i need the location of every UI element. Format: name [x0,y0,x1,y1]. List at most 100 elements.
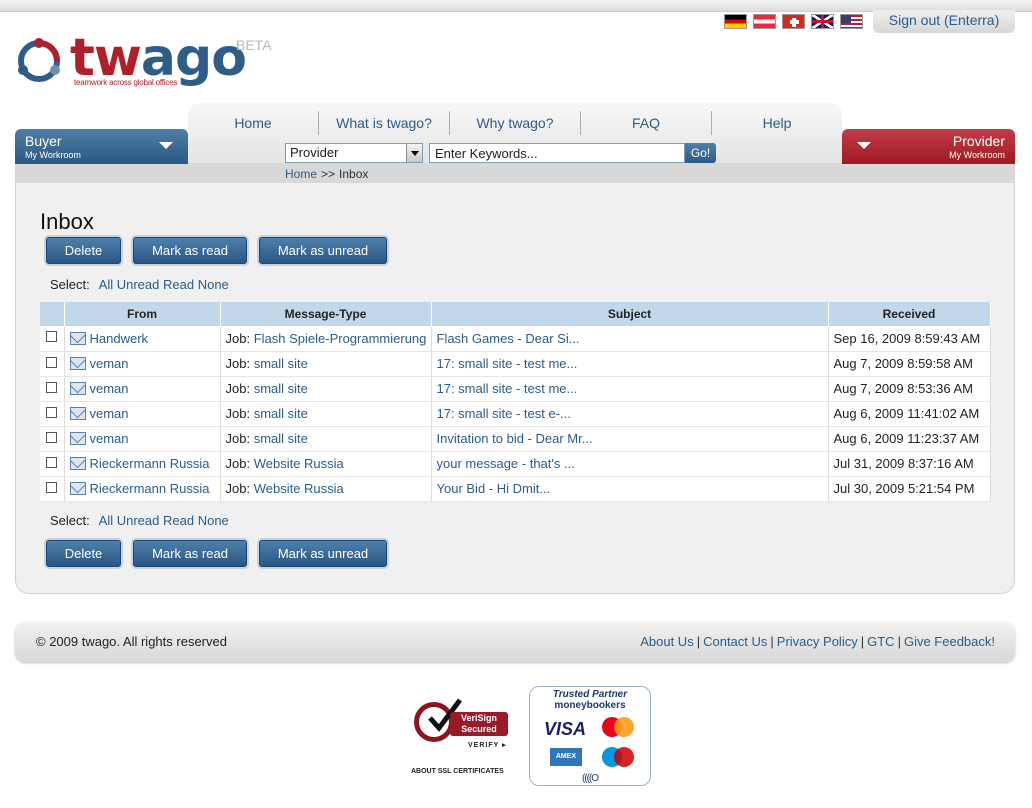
link-separator: | [696,634,701,649]
twago-logo[interactable]: twago BETA teamwork across global office… [14,28,274,92]
maestro-logo-icon [602,747,634,767]
subject-link[interactable]: Your Bid - Hi Dmit... [437,481,551,496]
sender-link[interactable]: veman [90,431,129,446]
provider-workroom-button[interactable]: Provider My Workroom [842,129,1015,164]
footer-link-privacy-policy[interactable]: Privacy Policy [777,634,858,649]
envelope-icon [69,331,86,345]
search-category-select[interactable]: Provider [285,143,423,163]
column-header-received[interactable]: Received [828,302,991,326]
row-checkbox[interactable] [46,456,58,468]
row-checkbox[interactable] [46,356,58,368]
job-link[interactable]: small site [254,431,308,446]
select-label: Select: [50,513,90,528]
sender-link[interactable]: Rieckermann Russia [90,481,210,496]
row-checkbox-cell [40,426,65,452]
mark-read-button-top[interactable]: Mark as read [133,237,247,264]
select-all-link[interactable]: All [99,277,113,292]
select-read-link[interactable]: Read [163,277,194,292]
received-cell: Jul 30, 2009 5:21:54 PM [828,476,991,502]
sender-link[interactable]: veman [90,356,129,371]
row-checkbox-cell [40,451,65,477]
row-checkbox[interactable] [46,331,58,342]
subject-cell: Invitation to bid - Dear Mr... [431,426,829,452]
at-flag-icon[interactable] [753,14,776,29]
ch-flag-icon[interactable] [782,14,805,29]
sender-link[interactable]: veman [90,381,129,396]
delete-button-bottom[interactable]: Delete [46,540,121,567]
moneybookers-trusted-badge[interactable]: Trusted Partner moneybookers VISA AMEX (… [529,686,651,786]
verisign-seal[interactable]: VeriSign Secured VERIFY ▸ ABOUT SSL CERT… [410,692,520,782]
select-read-link[interactable]: Read [163,513,194,528]
subject-link[interactable]: 17: small site - test me... [437,381,578,396]
language-flags [724,14,863,29]
nav-item-faq[interactable]: FAQ [580,111,711,135]
job-link[interactable]: Website Russia [254,456,344,471]
subject-link[interactable]: 17: small site - test me... [437,356,578,371]
row-checkbox[interactable] [46,381,58,393]
mark-read-button-bottom[interactable]: Mark as read [133,540,247,567]
sender-link[interactable]: Rieckermann Russia [90,456,210,471]
breadcrumb-home[interactable]: Home [285,167,317,181]
dropdown-arrow-icon[interactable] [406,144,422,162]
delete-button-top[interactable]: Delete [46,237,121,264]
verisign-verify: VERIFY ▸ [468,742,507,749]
select-unread-link[interactable]: Unread [117,513,160,528]
job-link[interactable]: small site [254,356,308,371]
row-checkbox[interactable] [46,481,58,493]
job-link[interactable]: small site [254,406,308,421]
job-link[interactable]: Flash Spiele-Programmierung [254,331,427,346]
job-link[interactable]: small site [254,381,308,396]
search-input[interactable] [429,143,685,163]
column-header-subject[interactable]: Subject [431,302,829,326]
search-category-value: Provider [290,145,339,160]
select-all-link[interactable]: All [99,513,113,528]
ssl-about-link[interactable]: ABOUT SSL CERTIFICATES [411,768,504,775]
footer-link-give-feedback[interactable]: Give Feedback! [904,634,995,649]
nav-item-why-twago[interactable]: Why twago? [449,111,580,135]
from-cell: Rieckermann Russia [64,451,221,477]
us-flag-icon[interactable] [840,14,863,29]
select-none-link[interactable]: None [198,513,229,528]
uk-flag-icon[interactable] [811,14,834,29]
row-checkbox[interactable] [46,431,58,443]
column-header-message-type[interactable]: Message-Type [220,302,432,326]
nav-item-what-is-twago[interactable]: What is twago? [318,111,449,135]
footer-link-contact-us[interactable]: Contact Us [703,634,767,649]
sender-link[interactable]: veman [90,406,129,421]
select-row-top: Select: All Unread Read None [50,277,229,292]
logo-tagline: teamwork across global offices [74,78,178,87]
nav-item-home[interactable]: Home [188,111,318,135]
from-cell: veman [64,376,221,402]
subject-cell: Your Bid - Hi Dmit... [431,476,829,502]
sign-out-button[interactable]: Sign out (Enterra) [873,10,1015,33]
row-checkbox[interactable] [46,406,58,418]
received-cell: Aug 7, 2009 8:53:36 AM [828,376,991,402]
from-cell: veman [64,426,221,452]
sign-out-link[interactable]: Sign out (Enterra) [889,12,1000,28]
de-flag-icon[interactable] [724,14,747,29]
buyer-workroom-button[interactable]: Buyer My Workroom [15,129,188,164]
envelope-icon [69,432,86,445]
select-none-link[interactable]: None [198,277,229,292]
mark-unread-button-bottom[interactable]: Mark as unread [259,540,387,567]
select-unread-link[interactable]: Unread [117,277,160,292]
search-go-button[interactable]: Go! [685,143,716,163]
subject-link[interactable]: your message - that's ... [437,456,575,471]
job-link[interactable]: Website Russia [254,481,344,496]
column-header-from[interactable]: From [64,302,221,326]
chevron-down-icon [159,142,173,149]
mark-unread-button-top[interactable]: Mark as unread [259,237,387,264]
subject-link[interactable]: Invitation to bid - Dear Mr... [437,431,593,446]
message-type-cell: Job: small site [220,426,432,452]
subject-link[interactable]: 17: small site - test e-... [437,406,571,421]
envelope-icon [69,357,86,370]
provider-label: Provider [952,133,1005,149]
envelope-icon [69,482,86,495]
sender-link[interactable]: Handwerk [90,331,149,346]
footer-link-gtc[interactable]: GTC [867,634,894,649]
select-row-bottom: Select: All Unread Read None [50,513,229,528]
table-row: veman Job: small site Invitation to bid - … [40,426,991,452]
footer-link-about-us[interactable]: About Us [640,634,693,649]
nav-item-help[interactable]: Help [711,111,842,135]
subject-link[interactable]: Flash Games - Dear Si... [437,331,580,346]
